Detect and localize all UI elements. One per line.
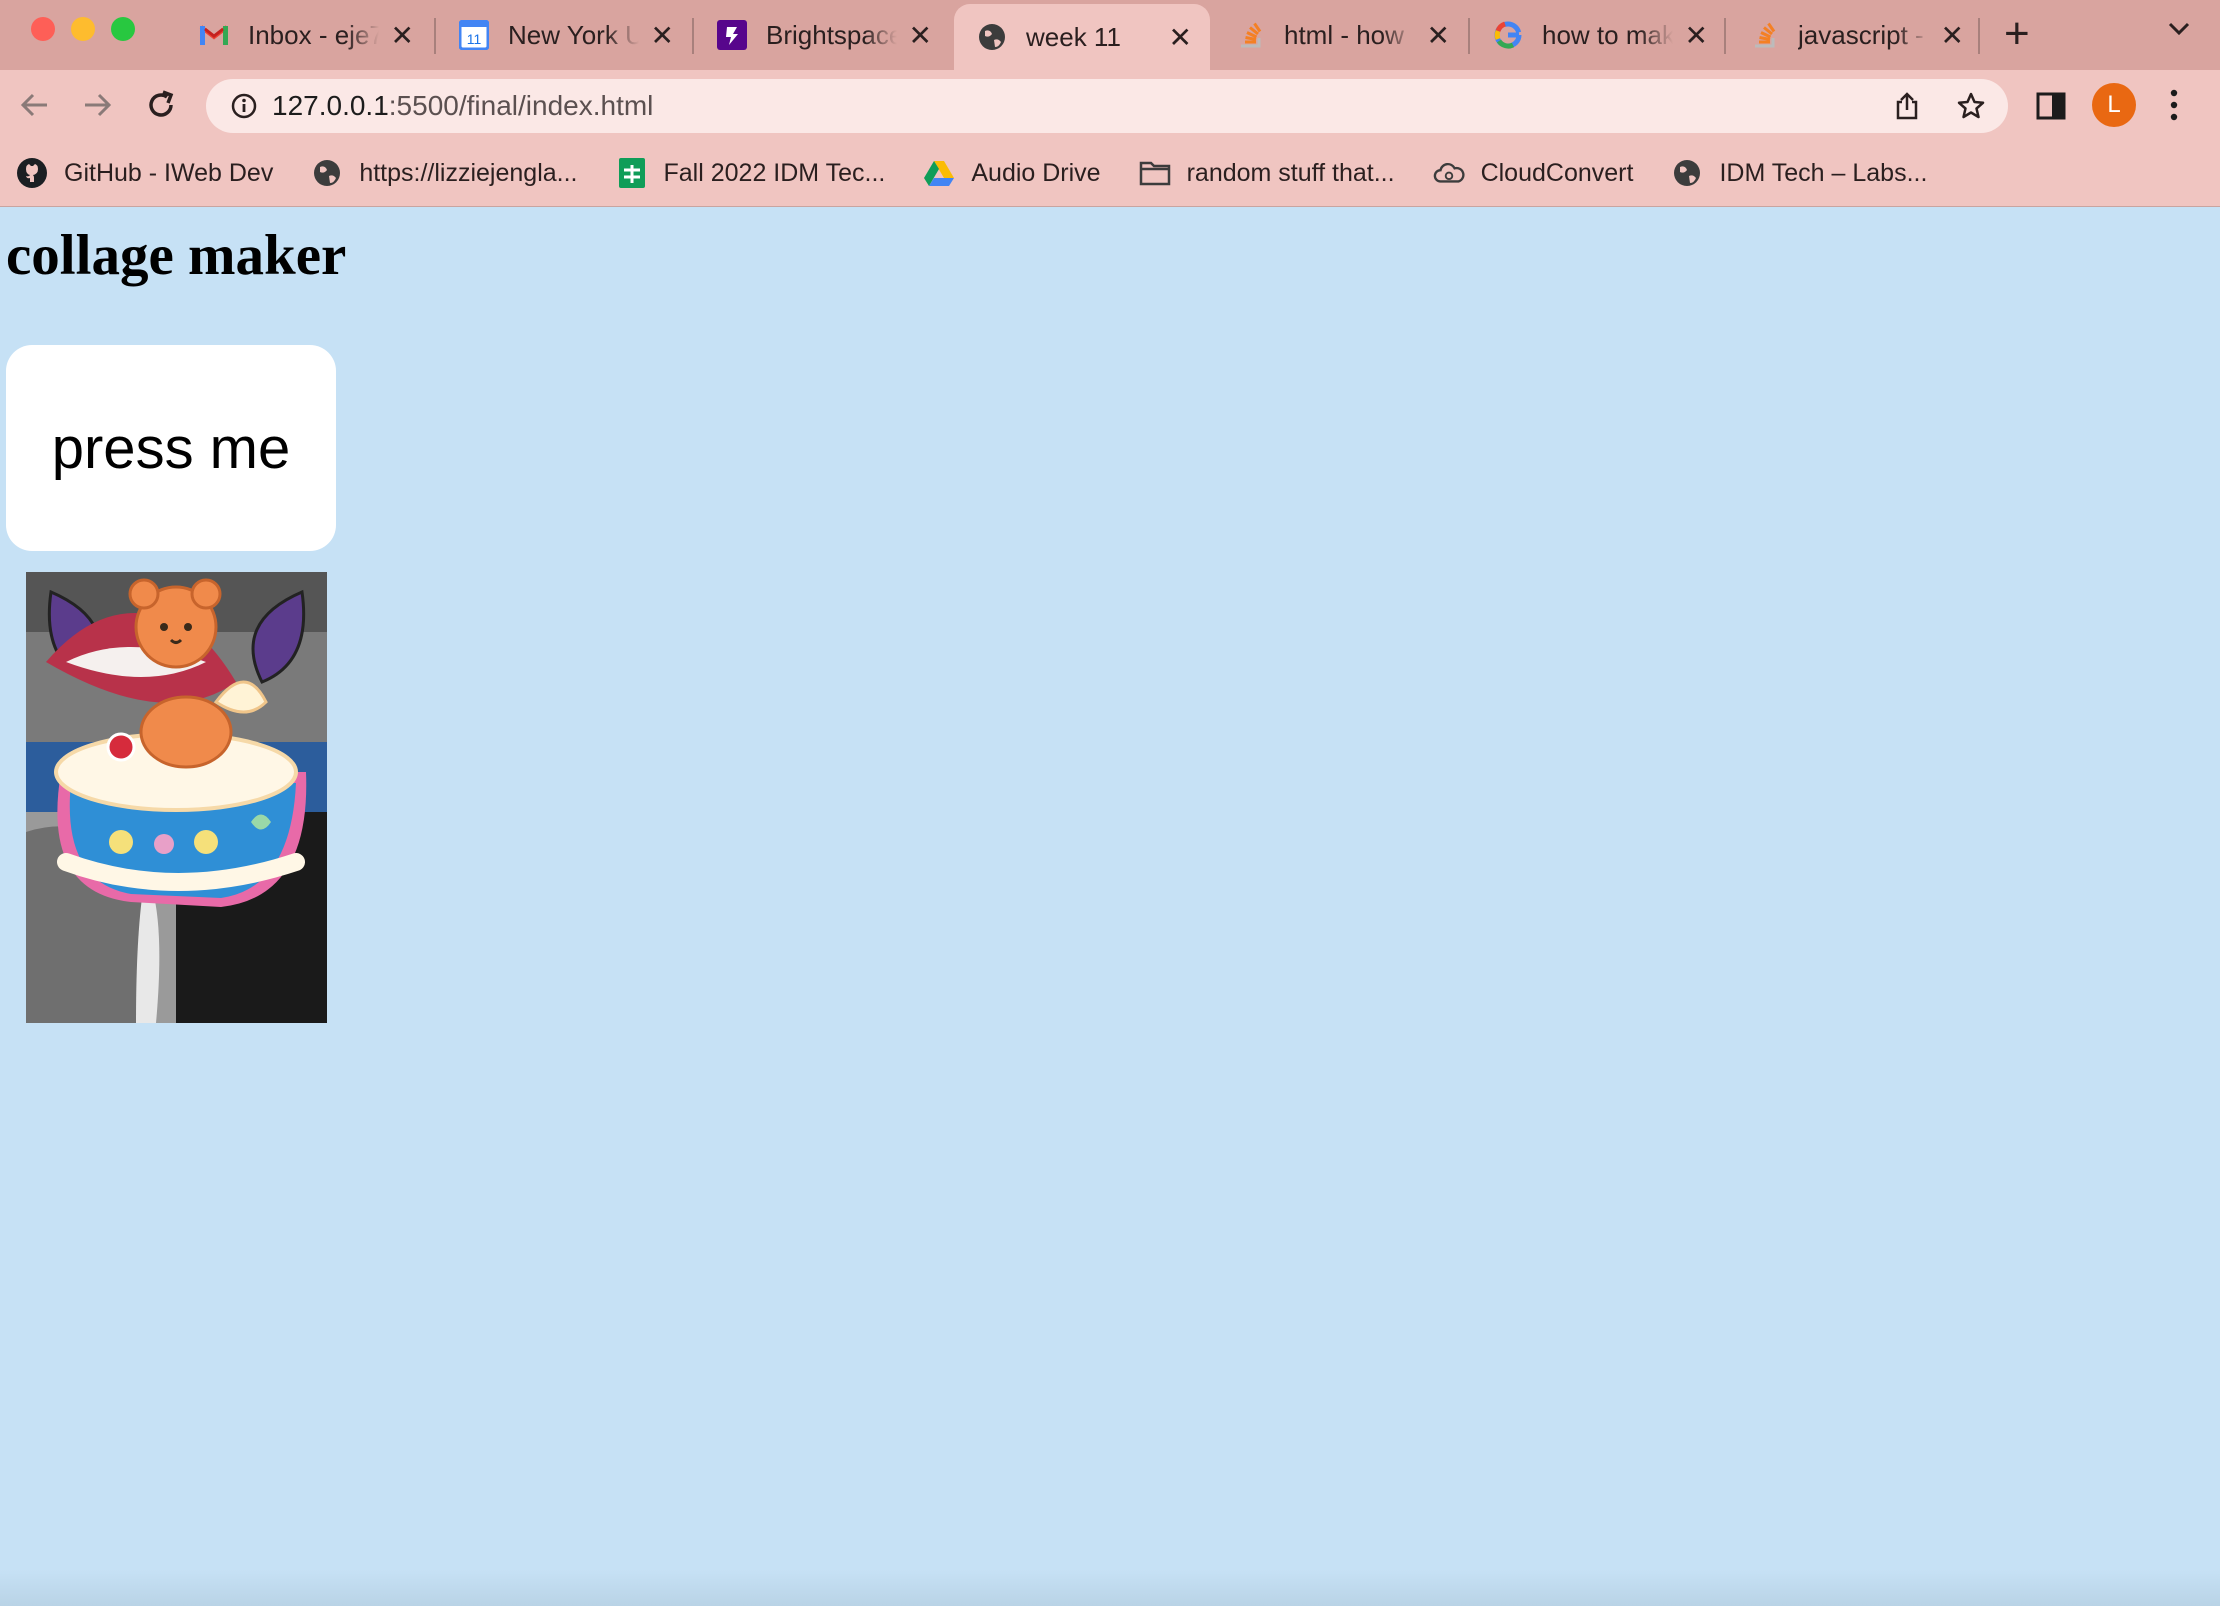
close-icon[interactable]: ✕ — [391, 19, 414, 52]
bookmarks-bar: GitHub - IWeb Dev https://lizziejengla..… — [0, 140, 2220, 206]
tab-title: Brightspace — [766, 19, 897, 50]
folder-icon — [1139, 157, 1171, 189]
window-minimize-button[interactable] — [71, 17, 95, 41]
tab-google-search[interactable]: how to mak ✕ — [1470, 4, 1726, 66]
close-icon[interactable]: ✕ — [909, 19, 932, 52]
url-text: 127.0.0.1:5500/final/index.html — [272, 90, 653, 122]
drive-icon — [923, 157, 955, 189]
globe-icon — [1671, 157, 1703, 189]
url-host: 127.0.0.1 — [272, 90, 389, 121]
tab-javascript[interactable]: javascript - ✕ — [1726, 4, 1982, 66]
tab-separator — [1978, 18, 1980, 54]
globe-icon — [976, 21, 1008, 53]
close-icon[interactable]: ✕ — [1685, 19, 1708, 52]
arrow-left-icon — [20, 93, 47, 117]
close-icon[interactable]: ✕ — [1941, 19, 1964, 52]
tab-title: Inbox - eje7 — [248, 19, 379, 50]
bookmark-label: random stuff that... — [1186, 158, 1395, 187]
browser-toolbar: 127.0.0.1:5500/final/index.html L — [0, 70, 2220, 140]
tab-strip: Inbox - eje7 ✕ 11 New York U ✕ Brightspa… — [0, 0, 2220, 70]
page-title: collage maker — [6, 224, 347, 287]
bookmark-label: Audio Drive — [971, 158, 1101, 187]
share-icon[interactable] — [1892, 91, 1922, 126]
bookmark-audio-drive[interactable]: Audio Drive — [923, 157, 1101, 189]
more-menu-icon[interactable] — [2168, 88, 2180, 127]
calendar-day-text: 11 — [467, 31, 482, 47]
cloud-icon — [1433, 157, 1465, 189]
bookmark-github[interactable]: GitHub - IWeb Dev — [16, 157, 273, 189]
window-close-button[interactable] — [31, 17, 55, 41]
bookmark-random-stuff[interactable]: random stuff that... — [1139, 157, 1395, 189]
bookmark-label: GitHub - IWeb Dev — [64, 158, 274, 187]
bookmark-lizziejengla[interactable]: https://lizziejengla... — [311, 157, 578, 189]
google-icon — [1492, 19, 1524, 51]
arrow-right-icon — [85, 93, 112, 117]
close-icon[interactable]: ✕ — [651, 19, 674, 52]
forward-button[interactable] — [76, 84, 118, 126]
tab-title: html - how — [1284, 19, 1404, 50]
press-me-button[interactable]: press me — [6, 345, 336, 551]
back-button[interactable] — [14, 84, 56, 126]
stackoverflow-icon — [1234, 19, 1266, 51]
tab-title: javascript - — [1798, 19, 1924, 50]
address-bar[interactable]: 127.0.0.1:5500/final/index.html — [206, 79, 2008, 133]
url-path: :5500/final/index.html — [388, 90, 654, 121]
gmail-icon — [198, 19, 230, 51]
window-bottom-edge — [0, 1570, 2220, 1606]
github-icon — [16, 157, 48, 189]
browser-chrome: Inbox - eje7 ✕ 11 New York U ✕ Brightspa… — [0, 0, 2220, 207]
tab-week-11[interactable]: week 11 ✕ — [954, 4, 1210, 70]
chevron-down-icon[interactable] — [2164, 14, 2194, 49]
bookmark-fall-2022[interactable]: Fall 2022 IDM Tec... — [616, 157, 886, 189]
brightspace-icon — [716, 19, 748, 51]
sheets-icon — [616, 157, 648, 189]
tab-title: week 11 — [1026, 21, 1121, 52]
new-tab-button[interactable]: + — [2004, 8, 2030, 60]
reload-icon — [149, 90, 174, 117]
globe-icon — [311, 157, 343, 189]
page-content: collage maker press me — [0, 207, 2220, 1606]
bookmark-cloudconvert[interactable]: CloudConvert — [1433, 157, 1634, 189]
bookmark-label: IDM Tech – Labs... — [1719, 158, 1928, 187]
bookmark-label: CloudConvert — [1480, 158, 1634, 187]
tab-html-how[interactable]: html - how ✕ — [1212, 4, 1468, 66]
window-zoom-button[interactable] — [111, 17, 135, 41]
tab-brightspace[interactable]: Brightspace ✕ — [694, 4, 950, 66]
profile-avatar[interactable]: L — [2092, 83, 2136, 127]
reload-button[interactable] — [140, 84, 182, 126]
tab-title: how to mak — [1542, 19, 1673, 50]
close-icon[interactable]: ✕ — [1169, 21, 1192, 54]
collage-image — [26, 572, 327, 1023]
close-icon[interactable]: ✕ — [1427, 19, 1450, 52]
side-panel-icon[interactable] — [2036, 92, 2066, 125]
stackoverflow-icon — [1748, 19, 1780, 51]
tab-title: New York U — [508, 19, 639, 50]
tab-inbox[interactable]: Inbox - eje7 ✕ — [176, 4, 432, 66]
bookmark-label: Fall 2022 IDM Tec... — [663, 158, 886, 187]
star-icon[interactable] — [1956, 91, 1986, 126]
collage-artwork — [26, 572, 327, 1023]
tab-nyu-calendar[interactable]: 11 New York U ✕ — [436, 4, 692, 66]
bookmark-idm-tech-labs[interactable]: IDM Tech – Labs... — [1671, 157, 1927, 189]
calendar-icon: 11 — [458, 19, 490, 51]
bookmark-label: https://lizziejengla... — [359, 158, 578, 187]
info-icon[interactable] — [230, 92, 258, 125]
